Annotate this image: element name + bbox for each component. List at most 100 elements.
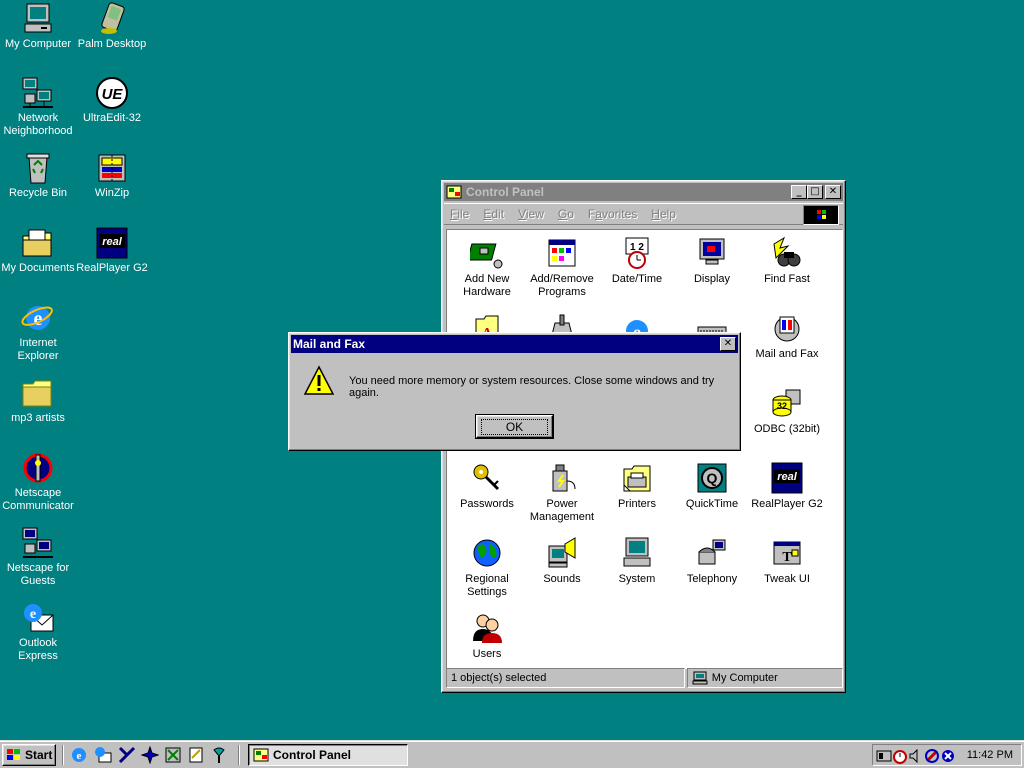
notepad-icon[interactable] (187, 746, 205, 764)
telephony-icon (695, 536, 729, 570)
outlook-express-icon[interactable] (94, 746, 112, 764)
sounds-icon (545, 536, 579, 570)
channels-icon[interactable] (140, 745, 160, 765)
volume-icon[interactable] (908, 748, 924, 764)
desktop-icon-palm-desktop[interactable]: Palm Desktop (74, 2, 150, 51)
cp-item-label: Add New Hardware (463, 273, 511, 298)
window-title: Control Panel (466, 185, 545, 199)
netscape-guests-icon (21, 526, 55, 560)
dialog-titlebar[interactable]: Mail and Fax ✕ (291, 335, 738, 353)
desktop-icon-label: Outlook Express (18, 637, 58, 662)
desktop-icon-label: Palm Desktop (77, 38, 147, 50)
desktop-icon-outlook-express[interactable]: e Outlook Express (0, 601, 76, 663)
cp-item-odbc[interactable]: 32 ODBC (32bit) (749, 386, 825, 436)
dialog-close-button[interactable]: ✕ (720, 337, 736, 351)
cp-item-label: Users (472, 648, 502, 660)
cp-item-users[interactable]: Users (449, 611, 525, 661)
cp-item-find-fast[interactable]: Find Fast (749, 236, 825, 286)
desktop-icon-label: mp3 artists (11, 412, 65, 424)
svg-text:Q: Q (707, 470, 718, 486)
mail-and-fax-dialog[interactable]: Mail and Fax ✕ You need more memory or s… (288, 332, 741, 451)
folder-icon (21, 376, 55, 410)
taskbar-button-control-panel[interactable]: Control Panel (248, 744, 408, 766)
menu-favorites[interactable]: Favorites (588, 207, 637, 221)
cp-item-label: Date/Time (611, 273, 663, 285)
mail-fax-icon (770, 311, 804, 345)
date-time-icon: 1 2 (620, 236, 654, 270)
quicklaunch-app-icon[interactable] (164, 746, 182, 764)
control-panel-icon (446, 185, 462, 199)
tray-icon-5[interactable] (940, 748, 956, 764)
svg-text:e: e (30, 607, 36, 622)
clock[interactable]: 11:42 PM (967, 749, 1013, 761)
desktop-icon-label: UltraEdit-32 (82, 112, 142, 124)
start-button[interactable]: Start (2, 744, 56, 766)
menu-bar: File Edit View Go Favorites Help (444, 203, 843, 225)
menu-view[interactable]: View (518, 207, 544, 221)
cp-item-label: System (618, 573, 656, 585)
cp-item-power-management[interactable]: Power Management (524, 461, 600, 524)
cp-item-passwords[interactable]: Passwords (449, 461, 525, 511)
ultraedit-icon: UE (95, 76, 129, 110)
desktop-icon-network-neighborhood[interactable]: Network Neighborhood (0, 76, 76, 138)
cp-item-tweak-ui[interactable]: T Tweak UI (749, 536, 825, 586)
menu-help[interactable]: Help (651, 207, 676, 221)
desktop-icon-internet-explorer[interactable]: e Internet Explorer (0, 301, 76, 363)
realplayer-icon: real (770, 461, 804, 495)
desktop-icon-mp3-artists[interactable]: mp3 artists (0, 376, 76, 425)
desktop-icon-realplayer[interactable]: real RealPlayer G2 (74, 226, 150, 275)
desktop-icon-netscape-communicator[interactable]: Netscape Communicator (0, 451, 76, 513)
cp-item-realplayer-g2[interactable]: real RealPlayer G2 (749, 461, 825, 511)
desktop-icon-recycle-bin[interactable]: Recycle Bin (0, 151, 76, 200)
cp-item-label: Add/Remove Programs (530, 273, 594, 298)
ok-button[interactable]: OK (475, 414, 554, 439)
cp-item-display[interactable]: Display (674, 236, 750, 286)
cp-item-label: QuickTime (685, 498, 739, 510)
cp-item-add-remove-programs[interactable]: Add/Remove Programs (524, 236, 600, 299)
cp-item-add-new-hardware[interactable]: Add New Hardware (449, 236, 525, 299)
find-fast-icon (770, 236, 804, 270)
menu-go[interactable]: Go (558, 207, 574, 221)
desktop-icon-my-computer[interactable]: My Computer (0, 2, 76, 51)
tray-icon-1[interactable] (876, 748, 892, 764)
winzip-icon (95, 151, 129, 185)
cp-item-label: RealPlayer G2 (751, 498, 823, 510)
cp-item-sounds[interactable]: Sounds (524, 536, 600, 586)
maximize-button[interactable]: □ (807, 185, 823, 199)
cp-item-telephony[interactable]: Telephony (674, 536, 750, 586)
menu-file[interactable]: File (450, 207, 469, 221)
cp-item-label: Sounds (543, 573, 581, 585)
my-computer-icon (692, 671, 708, 685)
cp-item-label: Find Fast (764, 273, 810, 285)
dialog-message: You need more memory or system resources… (349, 375, 715, 399)
desktop-icon-my-documents[interactable]: My Documents (0, 226, 76, 275)
add-hardware-icon (466, 236, 504, 270)
desktop-icon-label: Netscape Communicator (2, 487, 74, 512)
control-panel-titlebar[interactable]: Control Panel _ □ ✕ (444, 183, 843, 201)
desktop-icon-label: RealPlayer G2 (76, 262, 148, 274)
passwords-icon (470, 461, 504, 495)
windows-logo-icon (803, 205, 839, 225)
tray-icon-4[interactable] (924, 748, 940, 764)
internet-explorer-icon[interactable]: e (70, 746, 88, 764)
close-button[interactable]: ✕ (825, 185, 841, 199)
power-management-icon (545, 461, 579, 495)
cp-item-regional-settings[interactable]: Regional Settings (449, 536, 525, 599)
show-desktop-icon[interactable] (118, 746, 136, 764)
desktop-icon-winzip[interactable]: WinZip (74, 151, 150, 200)
internet-explorer-icon: e (21, 301, 55, 335)
palm-hotsync-icon[interactable] (210, 746, 228, 764)
cp-item-quicktime[interactable]: Q QuickTime (674, 461, 750, 511)
cp-item-system[interactable]: System (599, 536, 675, 586)
cp-item-mail-and-fax[interactable]: Mail and Fax (749, 311, 825, 361)
menu-edit[interactable]: Edit (483, 207, 504, 221)
scheduler-icon[interactable] (892, 748, 908, 764)
minimize-button[interactable]: _ (791, 185, 807, 199)
cp-item-date-time[interactable]: 1 2 Date/Time (599, 236, 675, 286)
system-icon (620, 536, 654, 570)
desktop-icon-ultraedit[interactable]: UE UltraEdit-32 (74, 76, 150, 125)
svg-text:T: T (782, 550, 792, 565)
desktop-icon-netscape-guests[interactable]: Netscape for Guests (0, 526, 76, 588)
cp-item-printers[interactable]: Printers (599, 461, 675, 511)
taskbar-button-label: Control Panel (273, 748, 352, 762)
